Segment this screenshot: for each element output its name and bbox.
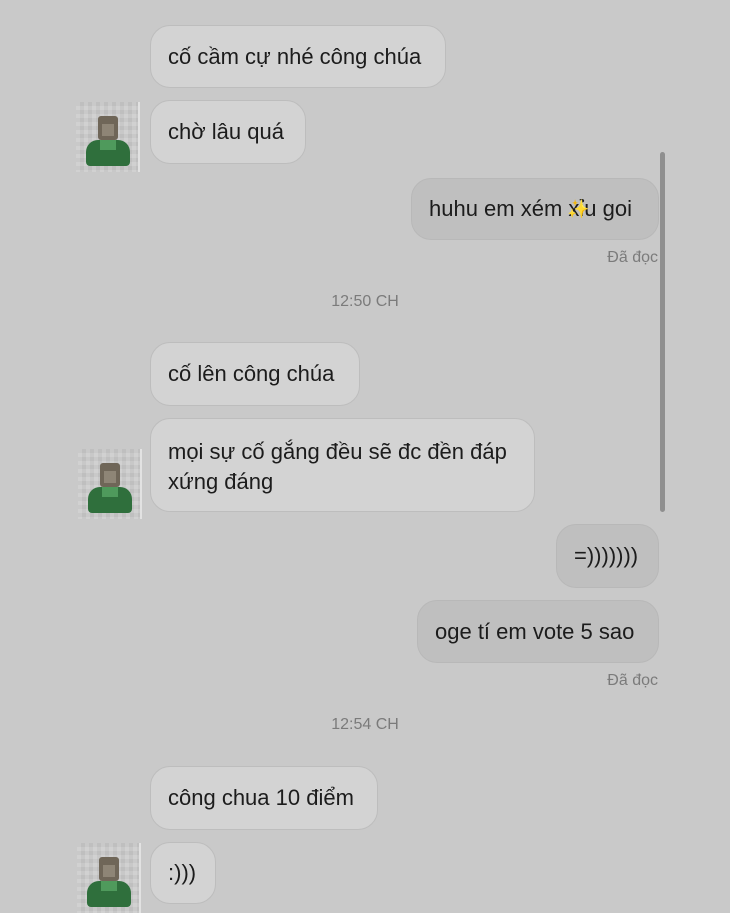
message-outgoing[interactable]: huhu em xém xỉu goi bbox=[411, 178, 659, 240]
message-text: công chua 10 điểm bbox=[168, 785, 354, 810]
message-incoming[interactable]: mọi sự cố gắng đều sẽ đc đền đáp xứng đá… bbox=[150, 418, 535, 512]
message-outgoing[interactable]: oge tí em vote 5 sao bbox=[417, 600, 659, 663]
message-incoming[interactable]: công chua 10 điểm bbox=[150, 766, 378, 830]
read-receipt: Đã đọc bbox=[607, 672, 658, 689]
contact-avatar[interactable] bbox=[78, 449, 142, 519]
timestamp: 12:54 CH bbox=[331, 716, 399, 733]
message-text: :))) bbox=[168, 860, 197, 885]
contact-avatar[interactable] bbox=[76, 102, 140, 172]
message-text: mọi sự cố gắng đều sẽ đc đền đáp xứng đá… bbox=[168, 439, 507, 494]
message-text: huhu em xém xỉu goi bbox=[429, 196, 632, 221]
message-incoming[interactable]: chờ lâu quá bbox=[150, 100, 306, 164]
message-text: cố lên công chúa bbox=[168, 361, 335, 386]
sparkle-icon: ✨ bbox=[567, 199, 590, 219]
contact-avatar[interactable] bbox=[77, 843, 141, 913]
message-outgoing[interactable]: =))))))) bbox=[556, 524, 659, 588]
message-text: oge tí em vote 5 sao bbox=[435, 618, 635, 644]
timestamp: 12:50 CH bbox=[331, 293, 399, 310]
scrollbar[interactable] bbox=[660, 152, 665, 512]
message-text: chờ lâu quá bbox=[168, 119, 284, 144]
message-text: cố cầm cự nhé công chúa bbox=[168, 43, 422, 69]
message-incoming[interactable]: cố lên công chúa bbox=[150, 342, 360, 406]
message-text: =))))))) bbox=[574, 543, 639, 568]
read-receipt: Đã đọc bbox=[607, 249, 658, 266]
message-incoming[interactable]: cố cầm cự nhé công chúa bbox=[150, 25, 446, 88]
message-incoming[interactable]: :))) bbox=[150, 842, 216, 904]
